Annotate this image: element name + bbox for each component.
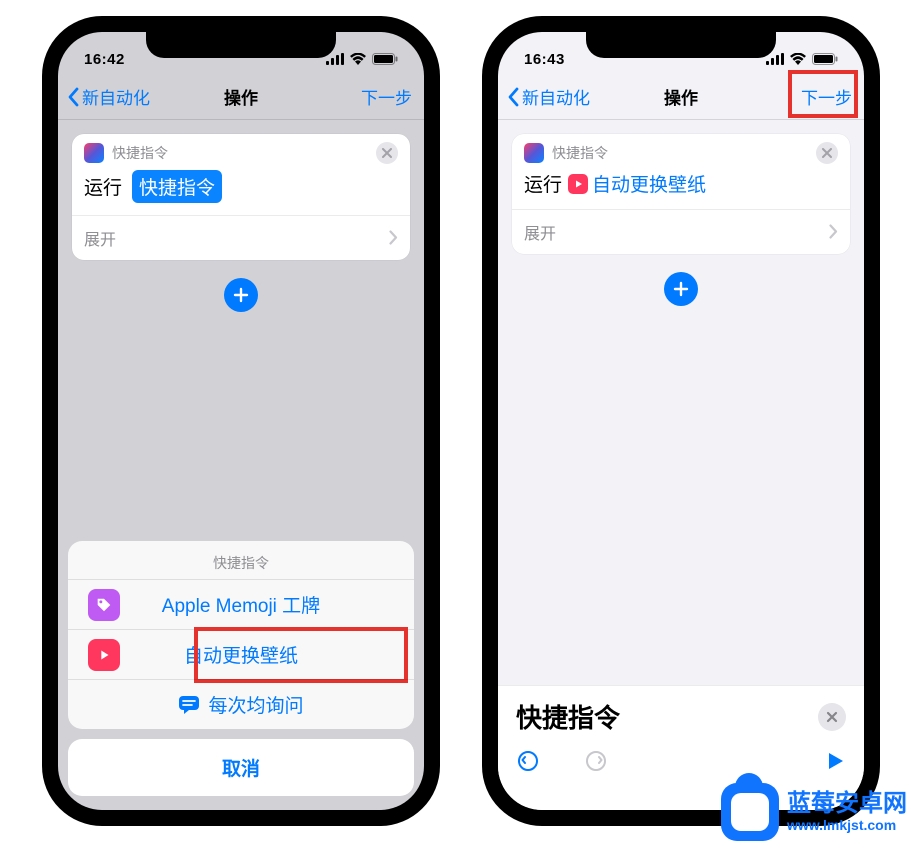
signal-icon — [766, 53, 784, 65]
run-prefix: 运行 — [524, 170, 562, 197]
wifi-icon — [790, 53, 806, 65]
shortcuts-app-icon — [524, 143, 544, 163]
expand-label: 展开 — [524, 220, 556, 244]
chevron-right-icon — [389, 230, 398, 245]
plus-icon — [233, 287, 249, 303]
watermark-url: www.lmkjst.com — [787, 818, 907, 833]
picker-ask-each-time[interactable]: 每次均询问 — [68, 679, 414, 729]
annotation-red-box — [194, 627, 408, 683]
screen: 16:43 新自动化 操作 下一步 快捷指令 — [498, 32, 864, 810]
notch — [586, 32, 776, 58]
picker-item-auto-wallpaper[interactable]: 自动更换壁纸 — [68, 629, 414, 679]
picker-item-apple-memoji[interactable]: Apple Memoji 工牌 — [68, 579, 414, 629]
status-icons — [326, 53, 398, 65]
signal-icon — [326, 53, 344, 65]
undo-button[interactable] — [516, 749, 540, 778]
plus-icon — [673, 281, 689, 297]
action-card: 快捷指令 运行 快捷指令 展开 — [72, 134, 410, 260]
shortcut-param-slot[interactable]: 快捷指令 — [132, 170, 222, 203]
remove-action-button[interactable] — [816, 142, 838, 164]
close-panel-button[interactable] — [818, 703, 846, 731]
nav-back-label: 新自动化 — [82, 84, 150, 109]
chevron-left-icon — [506, 87, 520, 107]
add-action-button[interactable] — [664, 272, 698, 306]
content-area: 快捷指令 运行 自动更换壁纸 — [498, 120, 864, 320]
watermark-logo-icon — [721, 783, 779, 841]
screen: 16:42 新自动化 操作 下一步 快捷指令 — [58, 32, 424, 810]
status-icons — [766, 53, 838, 65]
chevron-right-icon — [829, 224, 838, 239]
play-icon — [88, 639, 120, 671]
remove-action-button[interactable] — [376, 142, 398, 164]
action-card: 快捷指令 运行 自动更换壁纸 — [512, 134, 850, 254]
status-time: 16:43 — [524, 51, 565, 68]
expand-button[interactable]: 展开 — [512, 210, 850, 254]
add-action-button[interactable] — [224, 278, 258, 312]
watermark: 蓝莓安卓网 www.lmkjst.com — [721, 783, 907, 841]
run-button[interactable] — [824, 750, 846, 777]
shortcut-app-label: 快捷指令 — [552, 143, 608, 163]
nav-next-button[interactable]: 下一步 — [361, 84, 412, 109]
shortcut-param-label: 自动更换壁纸 — [592, 170, 706, 197]
picker-cancel-button[interactable]: 取消 — [68, 739, 414, 796]
ask-each-label: 每次均询问 — [208, 691, 303, 718]
battery-icon — [372, 53, 398, 65]
shortcut-param-value[interactable]: 自动更换壁纸 — [568, 170, 706, 197]
picker-item-label: Apple Memoji 工牌 — [162, 591, 320, 618]
status-time: 16:42 — [84, 51, 125, 68]
nav-back-button[interactable]: 新自动化 — [506, 84, 590, 109]
phone-mockup-left: 16:42 新自动化 操作 下一步 快捷指令 — [42, 16, 440, 826]
shortcut-app-label: 快捷指令 — [112, 143, 168, 163]
shortcut-picker-sheet: 快捷指令 Apple Memoji 工牌 自动更换壁纸 — [68, 541, 414, 796]
tag-icon — [88, 589, 120, 621]
chat-icon — [178, 695, 200, 715]
nav-bar: 新自动化 操作 下一步 — [58, 76, 424, 120]
redo-button[interactable] — [584, 749, 608, 778]
play-icon — [568, 174, 588, 194]
phone-mockup-right: 16:43 新自动化 操作 下一步 快捷指令 — [482, 16, 880, 826]
action-description: 运行 快捷指令 — [72, 168, 410, 215]
watermark-title: 蓝莓安卓网 — [787, 791, 907, 817]
nav-back-label: 新自动化 — [522, 84, 590, 109]
expand-label: 展开 — [84, 226, 116, 250]
action-description: 运行 自动更换壁纸 — [512, 168, 850, 209]
panel-title: 快捷指令 — [516, 698, 620, 735]
battery-icon — [812, 53, 838, 65]
nav-title: 操作 — [664, 84, 698, 109]
content-area: 快捷指令 运行 快捷指令 展开 — [58, 120, 424, 326]
expand-button[interactable]: 展开 — [72, 216, 410, 260]
nav-back-button[interactable]: 新自动化 — [66, 84, 150, 109]
notch — [146, 32, 336, 58]
picker-header: 快捷指令 — [68, 541, 414, 579]
annotation-red-box — [788, 70, 858, 118]
shortcuts-app-icon — [84, 143, 104, 163]
run-prefix: 运行 — [84, 173, 122, 200]
wifi-icon — [350, 53, 366, 65]
nav-title: 操作 — [224, 84, 258, 109]
chevron-left-icon — [66, 87, 80, 107]
